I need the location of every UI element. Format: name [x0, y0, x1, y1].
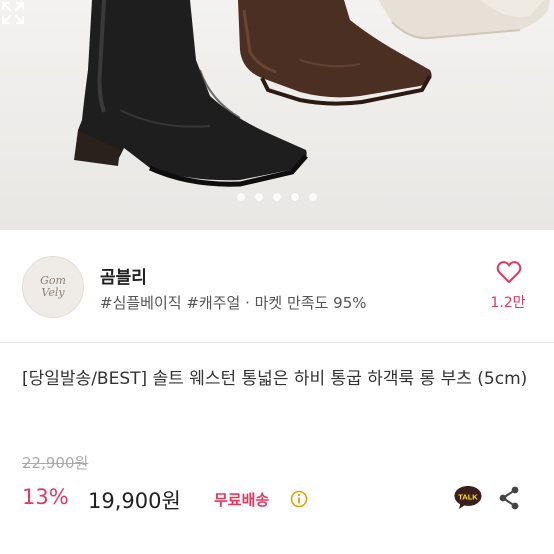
- info-icon[interactable]: [290, 490, 308, 508]
- pagination-dot[interactable]: [273, 193, 281, 201]
- like-count: 1.2만: [490, 295, 526, 311]
- pagination-dot[interactable]: [237, 193, 245, 201]
- sale-price: 19,900원: [88, 489, 181, 513]
- original-price: 22,900원: [22, 454, 89, 472]
- share-icon[interactable]: [497, 485, 521, 511]
- pagination-dot[interactable]: [255, 193, 263, 201]
- pagination-dot-active[interactable]: [291, 193, 299, 201]
- talk-icon[interactable]: TALK: [453, 484, 483, 510]
- shop-logo-line2: Vely: [41, 286, 65, 299]
- product-title: [당일발송/BEST] 솔트 웨스턴 통넓은 하비 통굽 하객룩 롱 부츠 (5…: [22, 369, 528, 389]
- pagination-dot[interactable]: [309, 193, 317, 201]
- talk-label: TALK: [458, 492, 478, 501]
- shop-logo[interactable]: Gom Vely: [22, 256, 84, 318]
- free-shipping-badge: 무료배송: [214, 491, 270, 509]
- shop-tags: #심플베이직 #캐주얼 · 마켓 만족도 95%: [100, 294, 367, 312]
- discount-rate: 13%: [22, 485, 69, 509]
- section-divider: [0, 342, 554, 343]
- shop-name[interactable]: 곰블리: [100, 263, 147, 288]
- product-image-gallery[interactable]: [0, 0, 554, 230]
- heart-icon[interactable]: [496, 260, 522, 284]
- gallery-pagination: [0, 193, 554, 201]
- shop-info: Gom Vely 곰블리 #심플베이직 #캐주얼 · 마켓 만족도 95% 1.…: [0, 230, 554, 340]
- expand-icon[interactable]: [0, 0, 26, 26]
